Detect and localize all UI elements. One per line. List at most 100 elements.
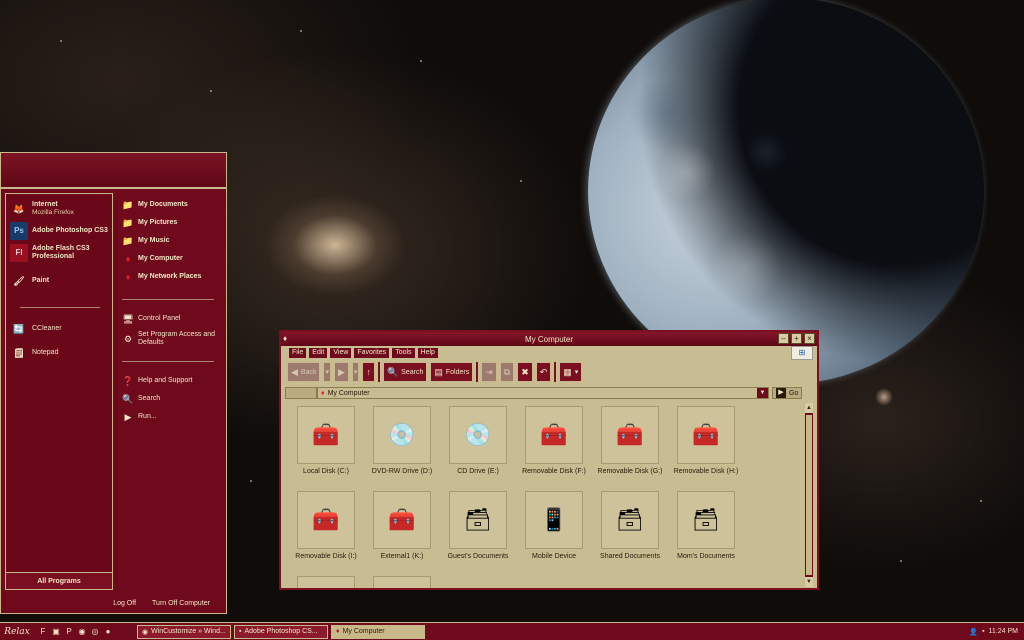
start-item-my-music[interactable]: 📁 My Music (122, 235, 170, 247)
device-item[interactable]: 📱 Mobile Device (519, 491, 589, 571)
partial-item[interactable] (291, 576, 361, 588)
item-label: External1 (K:) (380, 553, 424, 560)
menu-file[interactable]: File (289, 348, 307, 358)
start-item-internet[interactable]: 🦊 Internet Mozilla Firefox (10, 200, 74, 218)
documents-folder-icon: 🗃 (449, 491, 507, 549)
scroll-up-icon[interactable]: ▲ (805, 403, 813, 413)
start-item-program-defaults[interactable]: ⚙ Set Program Access and Defaults (122, 331, 222, 347)
folder-item[interactable]: 🗃 Mom's Documents (671, 491, 741, 571)
star (520, 180, 522, 182)
maximize-button[interactable]: + (791, 333, 802, 344)
item-label: My Music (138, 237, 170, 244)
all-programs-button[interactable]: All Programs (5, 572, 113, 590)
clock[interactable]: 11:24 PM (989, 628, 1018, 635)
folder-item[interactable]: 🗃 Guest's Documents (443, 491, 513, 571)
address-dropdown-icon[interactable]: ▼ (757, 388, 768, 398)
folder-icon: 📁 (122, 200, 134, 210)
drive-item[interactable]: 🧰 Removable Disk (H:) (671, 406, 741, 486)
taskbar-button-photoshop[interactable]: ▪ Adobe Photoshop CS... (234, 624, 328, 639)
go-button[interactable]: ▶ Go (772, 387, 803, 399)
search-button[interactable]: 🔍 Search (382, 362, 428, 382)
removable-disk-icon: 🧰 (297, 491, 355, 549)
menu-tools[interactable]: Tools (392, 348, 415, 358)
taskbar-button-wincustomize[interactable]: ◉ WinCustomize » Wind... (137, 624, 231, 639)
planet-wallpaper (588, 0, 984, 384)
vertical-scrollbar[interactable]: ▲ ▼ (804, 402, 814, 588)
start-item-my-documents[interactable]: 📁 My Documents (122, 199, 187, 211)
photoshop-icon: Ps (10, 222, 28, 240)
minimize-button[interactable]: – (778, 333, 789, 344)
log-off-button[interactable]: Log Off (113, 600, 136, 607)
folders-button[interactable]: ▤ Folders (430, 362, 474, 382)
partial-item[interactable] (367, 576, 437, 588)
copy-to-button[interactable]: ⧉ (499, 362, 515, 382)
address-bar: ♦ My Computer ▼ ▶ Go (281, 386, 817, 400)
delete-button[interactable]: ✖ (517, 362, 533, 382)
computer-icon: ♦ (336, 628, 340, 635)
scrollbar-thumb[interactable] (806, 415, 812, 575)
photoshop-icon[interactable]: P (64, 627, 74, 637)
address-input[interactable]: ♦ My Computer ▼ (317, 387, 769, 399)
item-label: Search (138, 395, 161, 402)
move-to-button[interactable]: ⇥ (481, 362, 497, 382)
start-item-my-pictures[interactable]: 📁 My Pictures (122, 217, 177, 229)
turn-off-computer-button[interactable]: Turn Off Computer (152, 600, 210, 607)
start-item-help-and-support[interactable]: ❓ Help and Support (122, 375, 192, 387)
window-titlebar[interactable]: ♦ My Computer – + × (281, 332, 817, 346)
media-icon[interactable]: ◎ (90, 627, 100, 637)
folder-icon[interactable]: ▣ (51, 627, 61, 637)
start-item-control-panel[interactable]: 🖥 Control Panel (122, 313, 180, 325)
window-controls: – + × (778, 333, 815, 344)
star (420, 60, 422, 62)
user-icon[interactable]: 👤 (969, 628, 978, 636)
item-label: CCleaner (32, 325, 62, 332)
menu-favorites[interactable]: Favorites (354, 348, 390, 358)
up-arrow-icon: ↑ (366, 367, 371, 377)
menu-edit[interactable]: Edit (309, 348, 328, 358)
start-item-ccleaner[interactable]: 🔄 CCleaner (10, 320, 62, 338)
up-folder-button[interactable]: ↑ (362, 362, 375, 382)
start-item-paint[interactable]: 🖌 Paint (10, 272, 49, 290)
start-item-search[interactable]: 🔍 Search (122, 393, 160, 405)
start-item-run[interactable]: ▶ Run... (122, 411, 157, 423)
scroll-down-icon[interactable]: ▼ (805, 577, 813, 587)
flash-icon[interactable]: F (38, 627, 48, 637)
drive-item[interactable]: 💿 CD Drive (E:) (443, 406, 513, 486)
hard-disk-icon: 🧰 (297, 406, 355, 464)
nebula-glow (875, 388, 893, 406)
system-tray: 👤 ▪ 11:24 PM (969, 628, 1024, 636)
start-item-flash[interactable]: Fl Adobe Flash CS3 Professional (10, 244, 112, 262)
firefox-icon: 🦊 (13, 204, 25, 214)
drive-item[interactable]: 🧰 Removable Disk (F:) (519, 406, 589, 486)
forward-button[interactable]: ▶ (334, 362, 349, 382)
start-item-my-computer[interactable]: ♦ My Computer (122, 253, 183, 265)
start-button[interactable]: Relax (0, 624, 34, 640)
firefox-icon[interactable]: ◉ (77, 627, 87, 637)
drive-item[interactable]: 🧰 Local Disk (C:) (291, 406, 361, 486)
drive-item[interactable]: 💿 DVD-RW Drive (D:) (367, 406, 437, 486)
item-label: CD Drive (E:) (457, 468, 499, 475)
drive-item[interactable]: 🧰 Removable Disk (I:) (291, 491, 361, 571)
back-dropdown[interactable]: ▾ (323, 362, 331, 382)
views-button[interactable]: ▦ ▾ (559, 362, 583, 382)
start-item-photoshop[interactable]: Ps Adobe Photoshop CS3 (10, 222, 108, 240)
item-icon (373, 576, 431, 588)
folder-item[interactable]: 🗃 Shared Documents (595, 491, 665, 571)
drive-item[interactable]: 🧰 External1 (K:) (367, 491, 437, 571)
start-item-notepad[interactable]: 🗒 Notepad (10, 344, 58, 362)
menu-view[interactable]: View (330, 348, 352, 358)
network-icon[interactable]: ▪ (982, 628, 984, 635)
computer-icon: ♦ (125, 254, 131, 264)
back-button[interactable]: ◀ Back (287, 362, 321, 382)
item-label: My Pictures (138, 219, 178, 226)
forward-dropdown[interactable]: ▾ (351, 362, 360, 382)
close-button[interactable]: × (804, 333, 815, 344)
menu-help[interactable]: Help (417, 348, 438, 358)
drive-item[interactable]: 🧰 Removable Disk (G:) (595, 406, 665, 486)
menu-bar: File Edit View Favorites Tools Help (281, 347, 817, 359)
taskbar-button-my-computer[interactable]: ♦ My Computer (331, 624, 425, 639)
undo-button[interactable]: ↶ (535, 362, 552, 382)
start-item-my-network-places[interactable]: ♦ My Network Places (122, 271, 202, 283)
messenger-icon[interactable]: ● (103, 627, 113, 637)
item-label: Notepad (32, 349, 59, 356)
